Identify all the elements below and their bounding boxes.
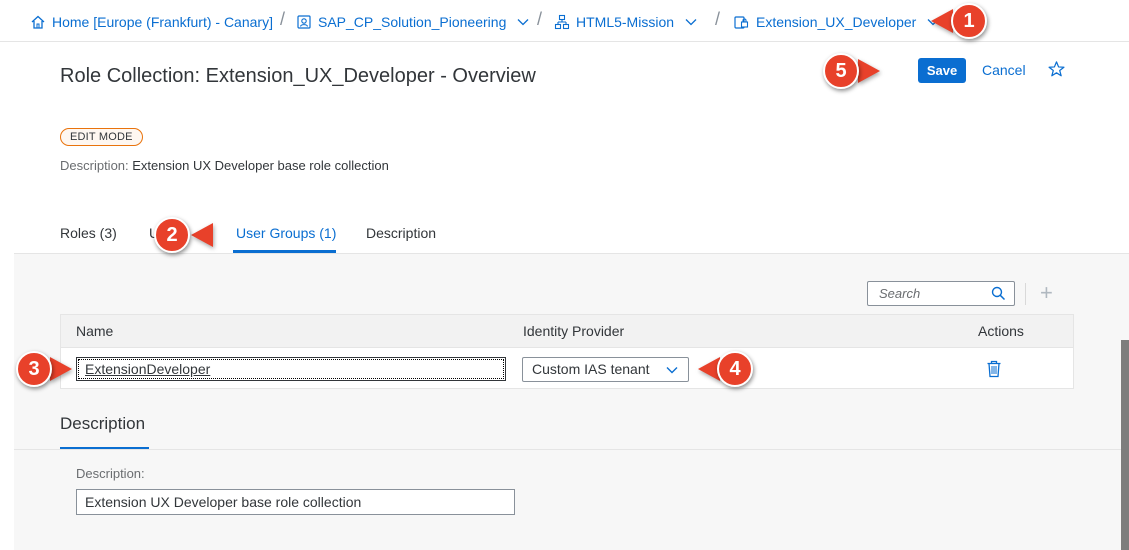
breadcrumb-home-label: Home [Europe (Frankfurt) - Canary] (52, 14, 273, 30)
column-header-name: Name (76, 323, 114, 339)
breadcrumb-separator: / (280, 9, 286, 29)
vertical-scrollbar[interactable] (1121, 340, 1129, 550)
callout-arrow (50, 357, 72, 381)
identity-provider-select[interactable]: Custom IAS tenant (522, 357, 689, 382)
cancel-button[interactable]: Cancel (982, 62, 1026, 78)
breadcrumb-subaccount-link[interactable]: HTML5-Mission (554, 11, 704, 33)
page-title: Role Collection: Extension_UX_Developer … (60, 65, 536, 87)
callout-arrow (191, 223, 213, 247)
breadcrumb-global-account-link[interactable]: SAP_CP_Solution_Pioneering (296, 11, 536, 33)
description-section-title: Description (60, 414, 146, 433)
tab-user-groups[interactable]: User Groups (1) (236, 225, 336, 241)
callout-badge-3: 3 (16, 351, 52, 387)
description-field-label: Description: (76, 466, 145, 481)
global-account-icon (297, 15, 311, 29)
star-icon[interactable] (1047, 60, 1066, 79)
chevron-down-icon[interactable] (516, 15, 530, 29)
callout-badge-4: 4 (717, 351, 753, 387)
hierarchy-icon (554, 14, 570, 30)
callout-arrow (931, 9, 953, 33)
section-divider (14, 449, 1129, 450)
user-group-name-input[interactable]: ExtensionDeveloper (76, 357, 506, 381)
search-icon[interactable] (991, 286, 1006, 301)
column-header-identity-provider: Identity Provider (523, 323, 625, 339)
callout-arrow (858, 59, 880, 83)
breadcrumb-role-collection-link[interactable]: Extension_UX_Developer (733, 11, 946, 33)
header-description: Description: Extension UX Developer base… (60, 158, 389, 173)
section-title-underline (60, 447, 149, 449)
role-collection-icon (734, 16, 749, 29)
description-input[interactable]: Extension UX Developer base role collect… (76, 489, 515, 515)
breadcrumb-home-link[interactable]: Home [Europe (Frankfurt) - Canary] (30, 11, 273, 33)
callout-badge-5: 5 (823, 53, 859, 89)
edit-mode-badge: EDIT MODE (60, 128, 143, 146)
callout-badge-1: 1 (951, 3, 987, 39)
delete-icon[interactable] (986, 360, 1002, 378)
tab-description[interactable]: Description (366, 225, 436, 241)
toolbar-separator (1025, 283, 1026, 305)
chevron-down-icon[interactable] (665, 363, 679, 377)
breadcrumb-separator: / (537, 9, 543, 29)
home-icon (31, 15, 45, 29)
description-label: Description: (60, 158, 129, 173)
add-icon[interactable]: + (1040, 282, 1053, 304)
tab-roles[interactable]: Roles (3) (60, 225, 117, 241)
breadcrumb-separator: / (715, 9, 721, 29)
chevron-down-icon[interactable] (684, 15, 698, 29)
description-value: Extension UX Developer base role collect… (132, 158, 389, 173)
column-header-actions: Actions (978, 323, 1024, 339)
breadcrumb-role-collection-label: Extension_UX_Developer (756, 14, 917, 30)
breadcrumb-global-account-label: SAP_CP_Solution_Pioneering (318, 14, 507, 30)
callout-badge-2: 2 (154, 217, 190, 253)
breadcrumb-subaccount-label: HTML5-Mission (576, 14, 675, 30)
save-button[interactable]: Save (918, 58, 966, 83)
search-placeholder: Search (879, 286, 921, 301)
active-tab-indicator (233, 250, 336, 253)
